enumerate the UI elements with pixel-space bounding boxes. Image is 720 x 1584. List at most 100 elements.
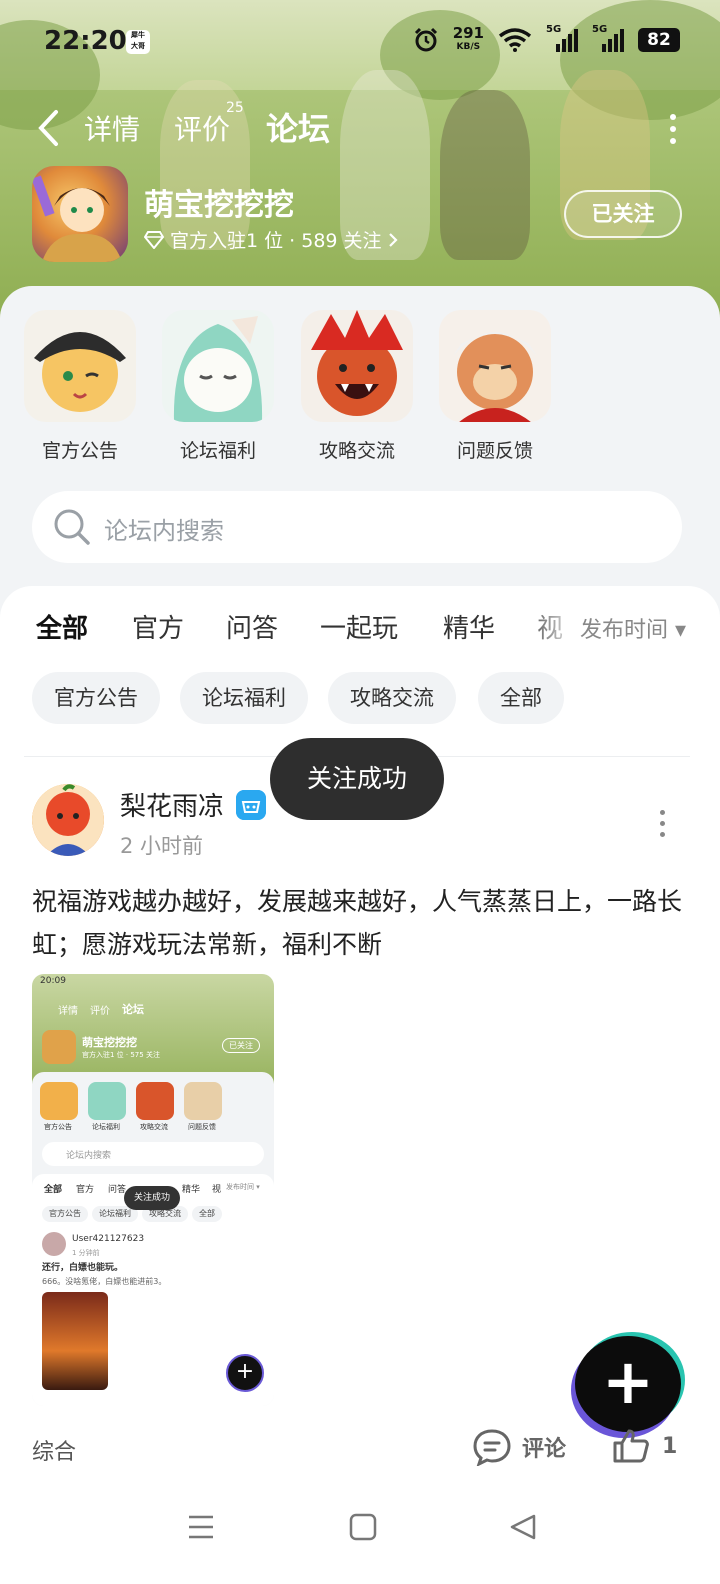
- sort-dropdown[interactable]: 发布时间 ▾: [580, 612, 686, 644]
- tab-details[interactable]: 详情: [84, 108, 140, 148]
- post-image[interactable]: 20:09 详情 评价 论坛 萌宝挖挖挖 官方入驻1 位 · 575 关注 已关…: [32, 974, 274, 1406]
- image-tab: 详情: [58, 1006, 78, 1017]
- home-icon[interactable]: [348, 1512, 378, 1542]
- image-board-label: 官方公告: [44, 1123, 72, 1131]
- image-post-title: 还行，白嫖也能玩。: [42, 1263, 124, 1273]
- back-arrow-icon[interactable]: [36, 108, 60, 148]
- category-label: 综合: [32, 1440, 77, 1465]
- image-board-label: 问题反馈: [188, 1123, 216, 1131]
- tag-chip-official[interactable]: 官方公告: [32, 672, 160, 724]
- board-forum-benefits[interactable]: 论坛福利: [162, 310, 274, 463]
- image-clock: 20:09: [40, 976, 66, 986]
- game-meta[interactable]: 官方入驻1 位 · 589 关注: [144, 226, 398, 253]
- filter-tab-play-together[interactable]: 一起玩: [320, 608, 398, 645]
- tab-reviews[interactable]: 评价: [174, 108, 230, 148]
- post-action-bar: 综合 评论 1: [0, 1418, 720, 1488]
- image-filter-tab: 全部: [44, 1185, 63, 1195]
- diamond-icon: [144, 230, 164, 249]
- follow-success-toast: 关注成功: [270, 738, 444, 820]
- follow-button[interactable]: 已关注: [564, 190, 682, 238]
- post-username[interactable]: 梨花雨凉: [120, 786, 224, 823]
- image-chip: 全部: [192, 1206, 222, 1222]
- tab-fade: [520, 596, 580, 656]
- comment-label: 评论: [522, 1437, 567, 1462]
- top-nav: 详情 评价 25 论坛: [0, 100, 720, 156]
- tag-chip-benefits[interactable]: 论坛福利: [180, 672, 308, 724]
- post-content[interactable]: 祝福游戏越办越好，发展越来越好，人气蒸蒸日上，一路长虹；愿游戏玩法常新，福利不断: [32, 880, 682, 966]
- clock: 22:20: [44, 26, 127, 56]
- menu-icon[interactable]: [186, 1512, 216, 1542]
- image-game-name: 萌宝挖挖挖: [82, 1036, 137, 1049]
- signal-icon-sim2: 5G: [592, 24, 624, 52]
- search-placeholder: 论坛内搜索: [104, 517, 224, 545]
- image-filter-tab: 官方: [76, 1185, 95, 1195]
- tab-forum[interactable]: 论坛: [266, 104, 330, 150]
- board-avatar: [301, 310, 413, 422]
- image-game-meta: 官方入驻1 位 · 575 关注: [82, 1051, 160, 1059]
- carrier-badge: 犀牛 大哥: [126, 30, 150, 54]
- game-app-icon: [32, 166, 128, 262]
- board-strategy-exchange[interactable]: 攻略交流: [301, 310, 413, 463]
- boards-panel: 官方公告 论坛福利 攻略交流 问题反馈 论坛内搜索: [0, 286, 720, 626]
- board-feedback[interactable]: 问题反馈: [439, 310, 551, 463]
- game-meta-text: 官方入驻1 位 · 589 关注: [170, 230, 382, 252]
- image-plus-icon: +: [226, 1354, 264, 1392]
- filter-tab-qa[interactable]: 问答: [226, 608, 278, 645]
- image-board-avatar: [184, 1082, 222, 1120]
- image-tab: 论坛: [122, 1003, 144, 1016]
- post-more-icon[interactable]: [660, 810, 666, 843]
- board-avatar: [162, 310, 274, 422]
- image-filter-tab: 精华: [182, 1185, 201, 1195]
- tag-chip-strategy[interactable]: 攻略交流: [328, 672, 456, 724]
- board-avatar: [439, 310, 551, 422]
- image-filter-tab: 视: [212, 1185, 222, 1195]
- like-button[interactable]: 1: [612, 1428, 677, 1464]
- image-filter-tab: 问答: [108, 1185, 127, 1195]
- image-board-avatar: [88, 1082, 126, 1120]
- game-name: 萌宝挖挖挖: [144, 188, 294, 223]
- wifi-icon: [498, 28, 532, 52]
- forum-search-bar[interactable]: 论坛内搜索: [32, 491, 682, 563]
- system-nav-bar: [0, 1496, 720, 1584]
- chevron-right-icon: [388, 232, 398, 247]
- image-board-label: 论坛福利: [92, 1123, 120, 1131]
- image-board-label: 攻略交流: [140, 1123, 168, 1131]
- more-options-icon[interactable]: [670, 114, 676, 150]
- image-board-avatar: [40, 1082, 78, 1120]
- image-post-body: 666。没啥氪佬，白嫖也能进前3。: [42, 1277, 167, 1286]
- image-app-icon: [42, 1030, 76, 1064]
- post-time: 2 小时前: [120, 834, 204, 858]
- image-toast: 关注成功: [124, 1186, 181, 1210]
- alarm-icon: [414, 27, 437, 52]
- image-board-avatar: [136, 1082, 174, 1120]
- image-sort: 发布时间 ▾: [226, 1183, 260, 1191]
- filter-tab-official[interactable]: 官方: [132, 608, 184, 645]
- review-count-badge: 25: [226, 100, 244, 116]
- board-official-announcements[interactable]: 官方公告: [24, 310, 136, 463]
- verified-badge-icon: [236, 790, 266, 820]
- image-user-time: 1 分钟前: [72, 1249, 100, 1257]
- image-user-avatar: [42, 1232, 66, 1256]
- board-label: 论坛福利: [179, 440, 256, 462]
- network-speed: 291 KB/S: [452, 24, 484, 53]
- thumbs-up-icon: [613, 1429, 649, 1463]
- filter-tab-all[interactable]: 全部: [36, 608, 88, 645]
- board-label: 官方公告: [41, 440, 118, 462]
- status-icons: 291 KB/S 5G 5G 82: [413, 24, 680, 54]
- battery-indicator: 82: [638, 28, 680, 52]
- status-bar: 22:20 犀牛 大哥 291 KB/S 5G 5G 82: [0, 0, 720, 84]
- comment-icon: [473, 1429, 511, 1466]
- like-count: 1: [662, 1433, 678, 1459]
- board-avatar: [24, 310, 136, 422]
- tag-chip-all[interactable]: 全部: [478, 672, 564, 724]
- image-chip: 官方公告: [42, 1206, 88, 1222]
- filter-tab-featured[interactable]: 精华: [443, 608, 495, 645]
- image-username: User421127623: [72, 1234, 145, 1244]
- board-label: 攻略交流: [318, 440, 395, 462]
- image-post-thumbnail: [42, 1292, 108, 1390]
- comment-button[interactable]: 评论: [472, 1428, 566, 1466]
- back-icon[interactable]: [508, 1512, 538, 1542]
- image-tab: 评价: [90, 1006, 110, 1017]
- avatar[interactable]: [32, 784, 104, 856]
- image-search-text: 论坛内搜索: [66, 1151, 112, 1161]
